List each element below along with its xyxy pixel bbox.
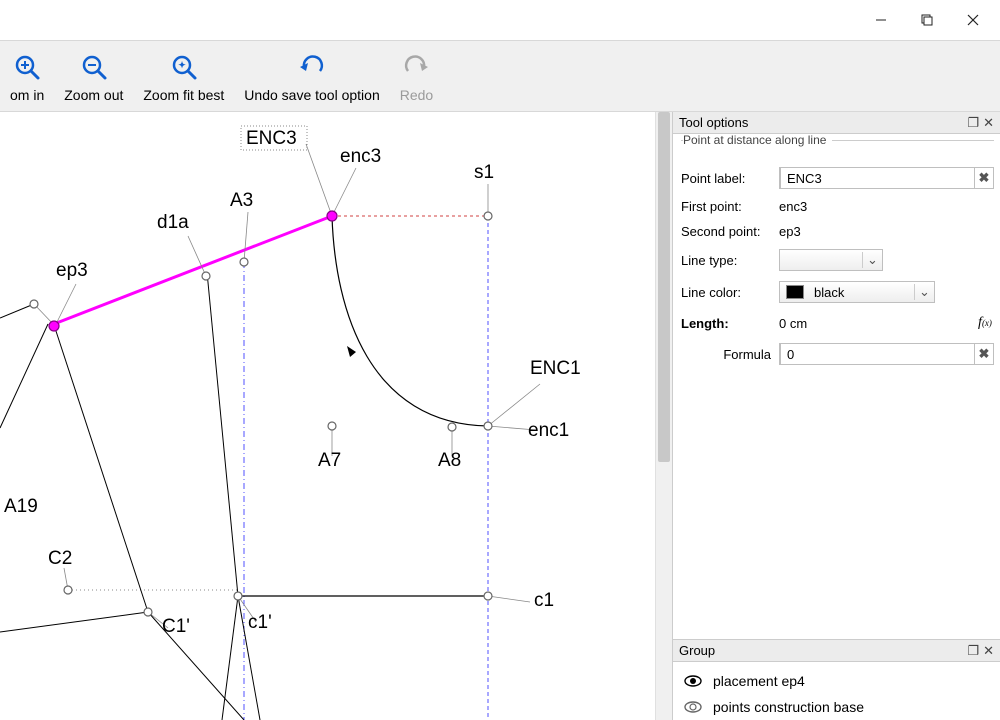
point-label-c1p: c1' — [248, 612, 272, 633]
line-type-select[interactable]: ⌄ — [779, 249, 883, 271]
tool-options-panel: Point at distance along line Point label… — [673, 134, 1000, 639]
point-label-input[interactable] — [780, 167, 975, 189]
point-label-ENC1: ENC1 — [530, 358, 581, 379]
label-formula: Formula — [681, 347, 771, 362]
panel-title-text: Tool options — [679, 115, 967, 130]
toolbar-label: Undo save tool option — [244, 85, 379, 109]
group-list: placement ep4 points construction base — [673, 662, 1000, 720]
zoom-fit-icon: ✦ — [170, 49, 198, 85]
window-titlebar — [0, 0, 1000, 40]
redo-icon — [402, 49, 430, 85]
canvas-vertical-scrollbar[interactable] — [655, 112, 672, 720]
label-line-color: Line color: — [681, 285, 771, 300]
toolbar-label: om in — [10, 85, 44, 109]
scrollbar-thumb[interactable] — [658, 112, 670, 462]
group-item[interactable]: points construction base — [673, 694, 1000, 720]
drawing-canvas[interactable]: ENC3 enc3 s1 A3 d1a ep3 A7 A8 ENC1 enc1 … — [0, 112, 673, 720]
value-first-point: enc3 — [779, 199, 994, 214]
point-label-ep3: ep3 — [56, 260, 88, 281]
formula-fx-button[interactable]: f(x) — [976, 313, 994, 333]
tool-options-panel-header: Tool options ❐ ✕ — [673, 112, 1000, 134]
group-panel-title: Group — [679, 643, 967, 658]
zoom-out-button[interactable]: Zoom out — [54, 49, 133, 109]
panel-close-icon[interactable]: ✕ — [983, 643, 994, 659]
toolbar-label: Zoom fit best — [143, 85, 224, 109]
label-point-label: Point label: — [681, 171, 771, 186]
value-second-point: ep3 — [779, 224, 994, 239]
point-label-A19: A19 — [4, 496, 38, 517]
chevron-down-icon: ⌄ — [914, 284, 934, 300]
formula-input-wrap: ✖ — [779, 343, 994, 365]
point-label-input-wrap: ✖ — [779, 167, 994, 189]
tool-subtitle: Point at distance along line — [683, 134, 832, 147]
toolbar-label: Zoom out — [64, 85, 123, 109]
maximize-button[interactable] — [904, 5, 950, 35]
panel-float-icon[interactable]: ❐ — [967, 115, 979, 131]
zoom-in-button[interactable]: om in — [0, 49, 54, 109]
eye-icon[interactable] — [683, 701, 703, 713]
line-color-value: black — [810, 285, 914, 300]
point-label-C1p: C1' — [162, 616, 190, 637]
point-label-A7: A7 — [318, 450, 341, 471]
point-label-d1a: d1a — [157, 212, 189, 233]
point-label-enc3: enc3 — [340, 146, 381, 167]
value-length: 0 cm — [779, 316, 968, 331]
formula-input[interactable] — [780, 343, 975, 365]
clear-formula-icon[interactable]: ✖ — [975, 346, 993, 362]
undo-icon — [298, 49, 326, 85]
point-label-ENC3: ENC3 — [246, 128, 297, 149]
label-second-point: Second point: — [681, 224, 771, 239]
group-panel: Group ❐ ✕ placement ep4 points — [673, 639, 1000, 720]
label-line-type: Line type: — [681, 253, 771, 268]
point-label-A3: A3 — [230, 190, 253, 211]
group-item-label: placement ep4 — [713, 673, 805, 689]
toolbar-label: Redo — [400, 85, 433, 109]
redo-button[interactable]: Redo — [390, 49, 443, 109]
zoom-out-icon — [80, 49, 108, 85]
panel-close-icon[interactable]: ✕ — [983, 115, 994, 131]
zoom-in-icon — [13, 49, 41, 85]
panel-float-icon[interactable]: ❐ — [967, 643, 979, 659]
group-item-label: points construction base — [713, 699, 864, 715]
svg-text:✦: ✦ — [178, 60, 186, 70]
close-button[interactable] — [950, 5, 996, 35]
eye-icon[interactable] — [683, 675, 703, 687]
group-item[interactable]: placement ep4 — [673, 668, 1000, 694]
point-label-A8: A8 — [438, 450, 461, 471]
toolbar: om in Zoom out ✦ Zoom fit best Undo save… — [0, 40, 1000, 112]
point-label-s1: s1 — [474, 162, 494, 183]
label-length: Length: — [681, 316, 771, 331]
chevron-down-icon: ⌄ — [862, 252, 882, 268]
point-label-C2: C2 — [48, 548, 72, 569]
point-label-c1: c1 — [534, 590, 554, 611]
minimize-button[interactable] — [858, 5, 904, 35]
label-first-point: First point: — [681, 199, 771, 214]
zoom-fit-button[interactable]: ✦ Zoom fit best — [133, 49, 234, 109]
group-panel-header: Group ❐ ✕ — [673, 640, 1000, 662]
clear-point-label-icon[interactable]: ✖ — [975, 170, 993, 186]
line-color-select[interactable]: black ⌄ — [779, 281, 935, 303]
undo-button[interactable]: Undo save tool option — [234, 49, 389, 109]
point-label-enc1: enc1 — [528, 420, 569, 441]
color-swatch — [786, 285, 804, 299]
